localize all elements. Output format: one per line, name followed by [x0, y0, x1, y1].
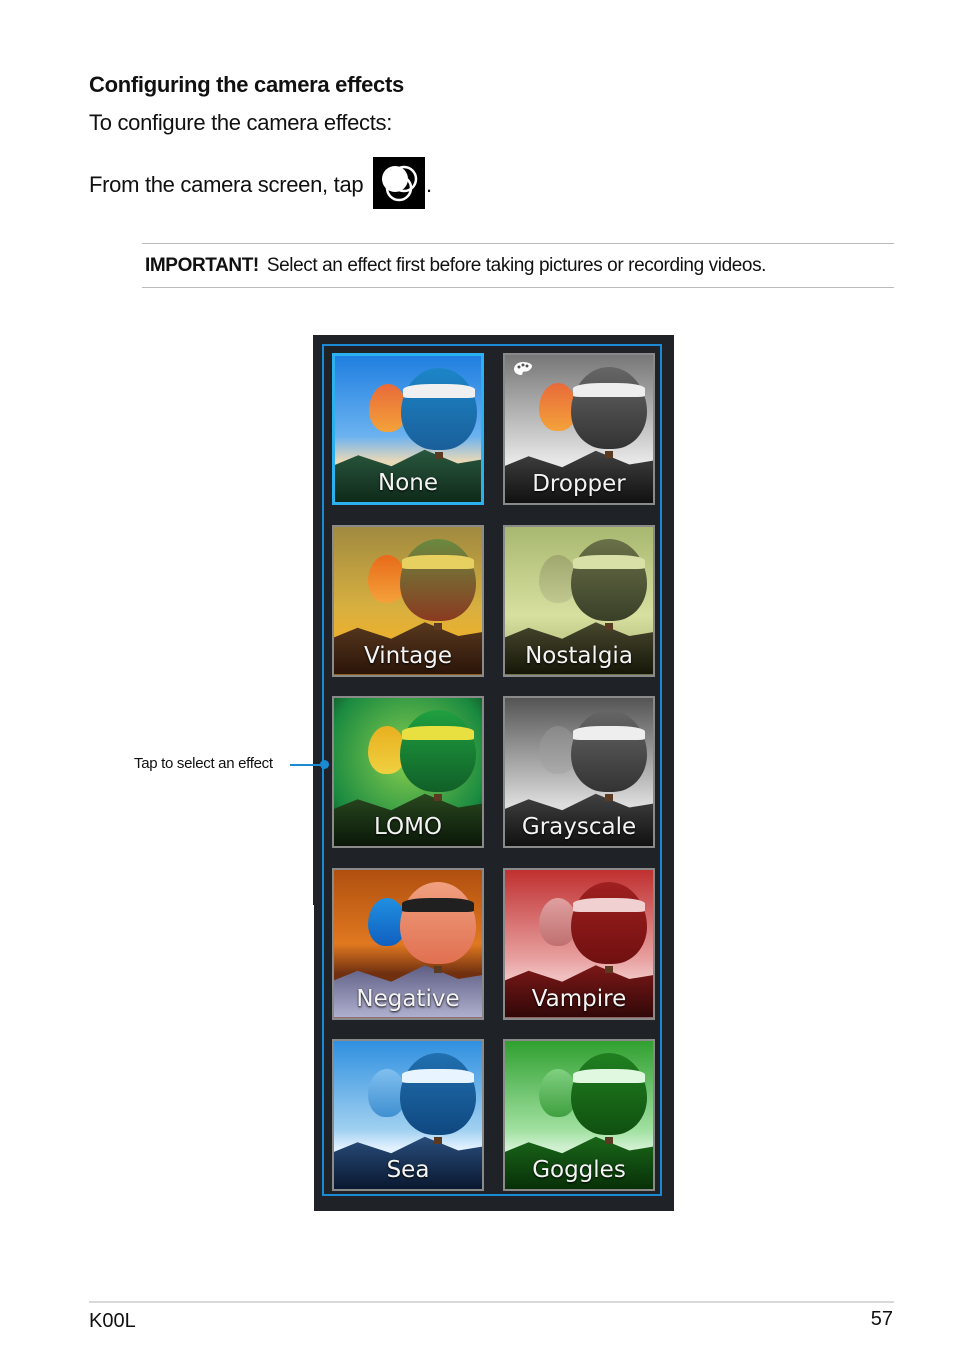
effect-label: Dropper — [532, 471, 626, 497]
effect-tile-lomo[interactable]: LOMO — [332, 696, 484, 848]
effect-tile-vampire[interactable]: Vampire — [503, 867, 655, 1020]
callout-text: Tap to select an effect — [134, 755, 273, 772]
effect-label: Grayscale — [521, 814, 637, 840]
step-text: From the camera screen, tap — [89, 172, 364, 197]
important-note: IMPORTANT! Select an effect first before… — [142, 243, 894, 288]
balloon-large — [571, 367, 647, 449]
palette-icon — [513, 361, 533, 377]
effect-tile-grayscale[interactable]: Grayscale — [503, 696, 655, 848]
step-period: . — [426, 172, 433, 197]
balloon-large — [571, 1053, 647, 1135]
balloon-basket — [434, 965, 442, 973]
effect-label: Vintage — [363, 642, 453, 669]
balloon-stripe — [402, 897, 474, 912]
balloon-basket — [605, 451, 613, 458]
balloon-basket — [605, 1137, 613, 1144]
effect-label: Nostalgia — [525, 642, 633, 669]
balloon-basket — [605, 965, 613, 973]
balloon-basket — [434, 622, 442, 630]
effect-tile-sea[interactable]: Sea — [332, 1039, 484, 1191]
balloon-stripe — [402, 554, 474, 569]
section-heading: Configuring the camera effects — [89, 72, 404, 97]
balloon-basket — [434, 794, 442, 801]
effect-label: Vampire — [531, 985, 627, 1012]
balloon-stripe — [402, 1069, 474, 1083]
effect-tile-dropper[interactable]: Dropper — [503, 353, 655, 505]
balloon-basket — [434, 1137, 442, 1144]
balloon-stripe — [573, 554, 645, 569]
footer-model: K00L — [89, 1310, 136, 1332]
balloon-large — [400, 1053, 476, 1135]
effect-tile-vintage[interactable]: Vintage — [332, 524, 484, 677]
balloon-stripe — [573, 897, 645, 912]
important-label: IMPORTANT! — [145, 254, 259, 276]
effect-label: None — [377, 470, 438, 496]
footer-divider — [89, 1301, 894, 1303]
intro-text: To configure the camera effects: — [89, 110, 393, 135]
balloon-stripe — [403, 384, 475, 398]
balloon-large — [400, 710, 476, 792]
important-text: Select an effect first before taking pic… — [266, 254, 767, 276]
camera-effects-icon — [373, 157, 425, 209]
balloon-basket — [605, 622, 613, 630]
effect-label: Sea — [386, 1157, 430, 1183]
effect-tile-nostalgia[interactable]: Nostalgia — [503, 524, 655, 677]
balloon-stripe — [573, 726, 645, 740]
effect-tile-goggles[interactable]: Goggles — [503, 1039, 655, 1191]
effect-tile-negative[interactable]: Negative — [332, 867, 484, 1020]
effect-label: Goggles — [532, 1157, 626, 1183]
effect-label: LOMO — [373, 814, 443, 840]
balloon-basket — [605, 794, 613, 801]
effect-tile-none[interactable]: None — [332, 353, 484, 505]
callout-dot — [320, 760, 329, 769]
balloon-large — [401, 368, 477, 450]
balloon-stripe — [573, 1069, 645, 1083]
balloon-large — [571, 710, 647, 792]
balloon-stripe — [402, 726, 474, 740]
balloon-basket — [435, 452, 443, 459]
balloon-stripe — [573, 383, 645, 397]
page-number: 57 — [870, 1308, 893, 1330]
effect-label: Negative — [356, 985, 460, 1012]
